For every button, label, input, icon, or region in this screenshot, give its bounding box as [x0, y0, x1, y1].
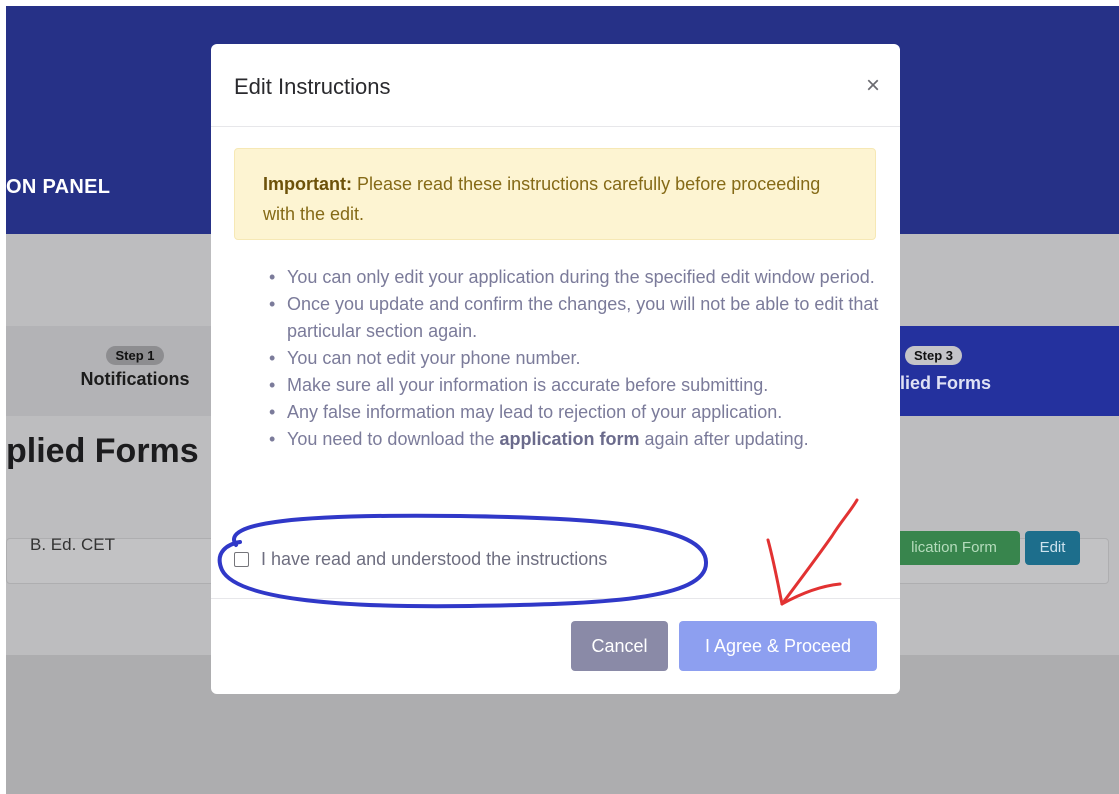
application-form-button[interactable]: lication Form [888, 531, 1020, 565]
edit-instructions-modal: Edit Instructions × Important: Please re… [211, 44, 900, 694]
list-item: You can only edit your application durin… [261, 264, 881, 291]
list-item-text: You need to download the [287, 429, 500, 449]
step-1-label: Notifications [80, 369, 190, 389]
important-alert: Important: Please read these instruction… [234, 148, 876, 240]
application-form-emphasis: application form [499, 429, 640, 449]
step-1-pill: Step 1 [106, 346, 164, 365]
agree-checkbox-row[interactable]: I have read and understood the instructi… [234, 549, 607, 570]
alert-strong: Important: [263, 174, 352, 194]
step-1[interactable]: Step 1 Notifications [60, 346, 210, 390]
close-icon[interactable]: × [866, 74, 880, 98]
list-item-text: again after updating. [639, 429, 809, 449]
modal-title: Edit Instructions [234, 74, 391, 99]
list-item: You can not edit your phone number. [261, 345, 881, 372]
agree-checkbox[interactable] [234, 552, 249, 567]
panel-title: ON PANEL [6, 176, 111, 198]
instructions-list: You can only edit your application durin… [261, 264, 881, 453]
list-item: Make sure all your information is accura… [261, 372, 881, 399]
step-3-pill: Step 3 [905, 346, 963, 365]
step-3-label: lied Forms [900, 373, 992, 393]
list-item: Once you update and confirm the changes,… [261, 291, 881, 345]
edit-button[interactable]: Edit [1025, 531, 1080, 565]
list-item: Any false information may lead to reject… [261, 399, 881, 426]
modal-footer: Cancel I Agree & Proceed [211, 598, 900, 694]
cancel-button[interactable]: Cancel [571, 621, 668, 671]
applied-forms-heading: plied Forms [6, 432, 199, 470]
list-item: You need to download the application for… [261, 426, 881, 453]
agree-checkbox-label[interactable]: I have read and understood the instructi… [261, 549, 607, 570]
form-row-name: B. Ed. CET [30, 535, 116, 554]
modal-header: Edit Instructions × [211, 44, 900, 127]
agree-proceed-button[interactable]: I Agree & Proceed [679, 621, 877, 671]
